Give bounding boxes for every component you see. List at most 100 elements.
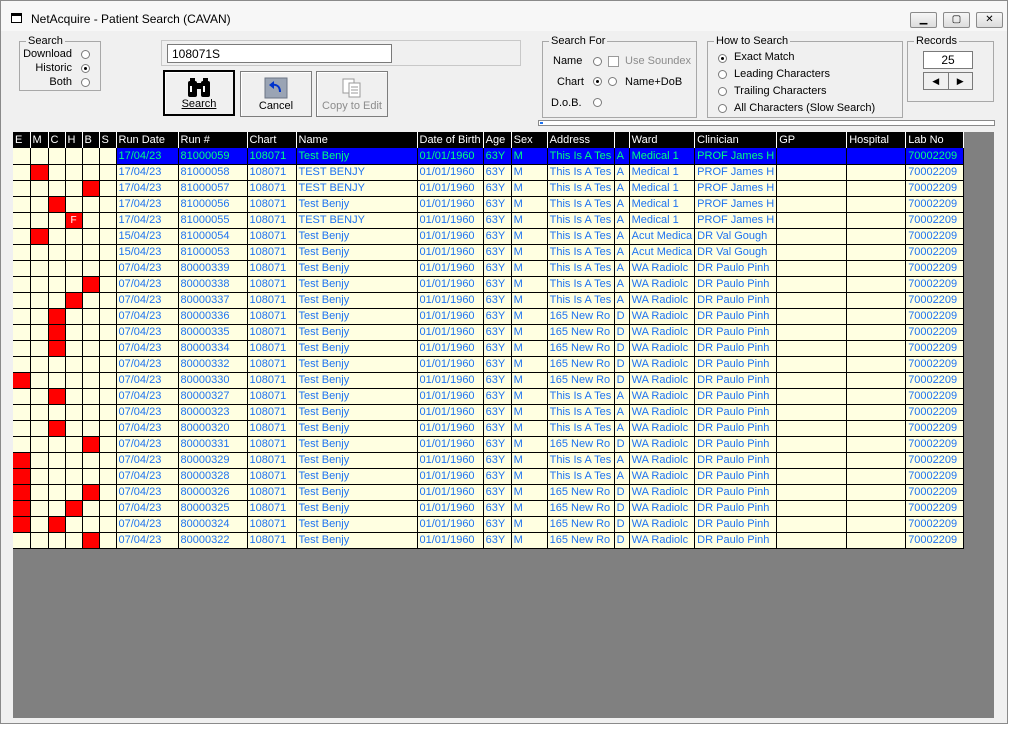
flag-cell-b xyxy=(82,372,100,389)
flag-cell-e xyxy=(13,228,31,245)
cell-sex: M xyxy=(511,148,548,165)
column-header-age[interactable]: Age xyxy=(483,132,512,148)
table-row[interactable]: 17/04/23 81000059 108071 Test Benjy 01/01/19… xyxy=(13,148,965,165)
table-row[interactable]: 15/04/23 81000053 108071 Test Benjy 01/01/19… xyxy=(13,244,965,261)
cell-hospital xyxy=(846,484,907,501)
table-row[interactable]: 07/04/23 80000339 108071 Test Benjy 01/01/19… xyxy=(13,260,965,277)
cancel-button[interactable]: Cancel xyxy=(240,71,312,117)
cell-clinician: PROF James H xyxy=(694,212,778,229)
column-header-lab-no[interactable]: Lab No xyxy=(905,132,965,148)
close-button[interactable]: ✕ xyxy=(976,12,1003,28)
results-grid[interactable]: E M C H B S Run Date Run # Chart Name Date of Birt… xyxy=(13,132,965,549)
name-radio[interactable] xyxy=(593,57,602,66)
table-row[interactable]: F 17/04/23 81000055 108071 TEST BENJY 01/01/1… xyxy=(13,212,965,229)
flag-cell-h xyxy=(65,196,83,213)
column-header-run-date[interactable]: Run Date xyxy=(116,132,179,148)
table-row[interactable]: 07/04/23 80000323 108071 Test Benjy 01/01/19… xyxy=(13,404,965,421)
column-header-date-of-birth[interactable]: Date of Birth xyxy=(417,132,484,148)
table-row[interactable]: 07/04/23 80000322 108071 Test Benjy 01/01/19… xyxy=(13,532,965,549)
table-row[interactable]: 17/04/23 81000058 108071 TEST BENJY 01/01/19… xyxy=(13,164,965,181)
flag-cell-b xyxy=(82,228,100,245)
table-row[interactable]: 07/04/23 80000336 108071 Test Benjy 01/01/19… xyxy=(13,308,965,325)
table-row[interactable]: 07/04/23 80000331 108071 Test Benjy 01/01/19… xyxy=(13,436,965,453)
cell-chart: 108071 xyxy=(247,276,297,293)
table-row[interactable]: 07/04/23 80000327 108071 Test Benjy 01/01/19… xyxy=(13,388,965,405)
flag-cell-m xyxy=(30,308,49,325)
search-input[interactable]: 108071S xyxy=(167,44,392,63)
records-next-button[interactable]: ▶ xyxy=(949,73,973,89)
flag-cell-m xyxy=(30,452,49,469)
flag-cell-b xyxy=(82,436,100,453)
cell-name: Test Benjy xyxy=(296,148,418,165)
column-header-clinician[interactable]: Clinician xyxy=(694,132,778,148)
chart-radio[interactable] xyxy=(593,77,602,86)
records-input[interactable]: 25 xyxy=(923,51,973,69)
column-header-e[interactable]: E xyxy=(13,132,31,148)
flag-cell-s xyxy=(99,404,117,421)
table-row[interactable]: 07/04/23 80000324 108071 Test Benjy 01/01/19… xyxy=(13,516,965,533)
flag-cell-b xyxy=(82,148,100,165)
table-row[interactable]: 07/04/23 80000328 108071 Test Benjy 01/01/19… xyxy=(13,468,965,485)
cell-hospital xyxy=(846,420,907,437)
column-header-c[interactable]: C xyxy=(48,132,66,148)
flag-cell-m xyxy=(30,276,49,293)
all-characters-radio[interactable] xyxy=(718,104,727,113)
leading-characters-radio[interactable] xyxy=(718,70,727,79)
table-row[interactable]: 15/04/23 81000054 108071 Test Benjy 01/01/19… xyxy=(13,228,965,245)
name-dob-radio[interactable] xyxy=(608,77,617,86)
column-header-address[interactable]: Address xyxy=(547,132,615,148)
cell-run-no: 80000332 xyxy=(178,356,248,373)
cell-gp xyxy=(776,276,848,293)
column-header-gp[interactable]: GP xyxy=(776,132,848,148)
flag-cell-h: F xyxy=(65,212,83,229)
cell-run-no: 81000058 xyxy=(178,164,248,181)
column-header-blank[interactable] xyxy=(614,132,630,148)
table-row[interactable]: 17/04/23 81000057 108071 TEST BENJY 01/01/19… xyxy=(13,180,965,197)
exact-match-label: Exact Match xyxy=(734,51,795,63)
progress-bar xyxy=(538,120,995,126)
column-header-hospital[interactable]: Hospital xyxy=(846,132,907,148)
cell-hospital xyxy=(846,500,907,517)
column-header-m[interactable]: M xyxy=(30,132,49,148)
minimize-button[interactable]: ▁ xyxy=(910,12,937,28)
cell-ward: Medical 1 xyxy=(629,148,696,165)
trailing-characters-radio[interactable] xyxy=(718,87,727,96)
column-header-b[interactable]: B xyxy=(82,132,100,148)
cell-lab-no: 70002209 xyxy=(905,276,965,293)
table-row[interactable]: 07/04/23 80000329 108071 Test Benjy 01/01/19… xyxy=(13,452,965,469)
search-button[interactable]: Search xyxy=(163,70,235,116)
table-row[interactable]: 07/04/23 80000338 108071 Test Benjy 01/01/19… xyxy=(13,276,965,293)
table-row[interactable]: 07/04/23 80000326 108071 Test Benjy 01/01/19… xyxy=(13,484,965,501)
table-row[interactable]: 07/04/23 80000332 108071 Test Benjy 01/01/19… xyxy=(13,356,965,373)
column-header-name[interactable]: Name xyxy=(296,132,418,148)
flag-cell-h xyxy=(65,148,83,165)
column-header-s[interactable]: S xyxy=(99,132,117,148)
flag-cell-c xyxy=(48,148,66,165)
copy-to-edit-button[interactable]: Copy to Edit xyxy=(316,71,388,117)
table-row[interactable]: 07/04/23 80000335 108071 Test Benjy 01/01/19… xyxy=(13,324,965,341)
column-header-h[interactable]: H xyxy=(65,132,83,148)
column-header-run-[interactable]: Run # xyxy=(178,132,248,148)
flag-cell-c xyxy=(48,196,66,213)
table-row[interactable]: 07/04/23 80000330 108071 Test Benjy 01/01/19… xyxy=(13,372,965,389)
download-radio[interactable] xyxy=(81,50,90,59)
cell-gp xyxy=(776,500,848,517)
flag-cell-m xyxy=(30,484,49,501)
column-header-chart[interactable]: Chart xyxy=(247,132,297,148)
dob-radio[interactable] xyxy=(593,98,602,107)
flag-cell-c xyxy=(48,516,66,533)
column-header-ward[interactable]: Ward xyxy=(629,132,696,148)
table-row[interactable]: 17/04/23 81000056 108071 Test Benjy 01/01/19… xyxy=(13,196,965,213)
column-header-sex[interactable]: Sex xyxy=(511,132,548,148)
both-radio[interactable] xyxy=(81,78,90,87)
records-prev-button[interactable]: ◀ xyxy=(924,73,949,89)
table-row[interactable]: 07/04/23 80000334 108071 Test Benjy 01/01/19… xyxy=(13,340,965,357)
flag-cell-c xyxy=(48,420,66,437)
table-row[interactable]: 07/04/23 80000325 108071 Test Benjy 01/01/19… xyxy=(13,500,965,517)
use-soundex-checkbox[interactable] xyxy=(608,56,619,67)
exact-match-radio[interactable] xyxy=(718,54,727,63)
table-row[interactable]: 07/04/23 80000320 108071 Test Benjy 01/01/19… xyxy=(13,420,965,437)
maximize-button[interactable]: ▢ xyxy=(943,12,970,28)
historic-radio[interactable] xyxy=(81,64,90,73)
table-row[interactable]: 07/04/23 80000337 108071 Test Benjy 01/01/19… xyxy=(13,292,965,309)
